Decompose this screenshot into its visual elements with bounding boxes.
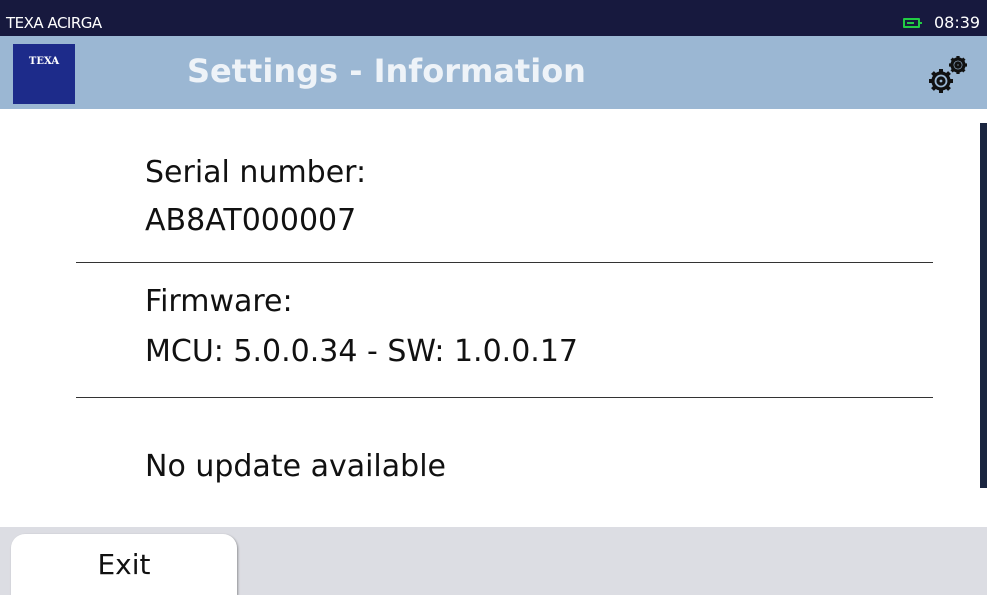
clock: 08:39 xyxy=(934,13,981,32)
update-status: No update available xyxy=(145,449,446,484)
screen: TEXA ACIRGA 08:39 TEXA Settings - Inform… xyxy=(0,0,987,595)
divider xyxy=(76,262,933,263)
firmware-value: MCU: 5.0.0.34 - SW: 1.0.0.17 xyxy=(145,334,579,369)
device-name: TEXA ACIRGA xyxy=(6,14,102,32)
bottom-bar: Exit xyxy=(0,527,987,595)
exit-button[interactable]: Exit xyxy=(11,534,237,595)
divider xyxy=(76,397,933,398)
gears-icon[interactable] xyxy=(922,50,974,100)
page-title: Settings - Information xyxy=(187,52,586,90)
status-bar: TEXA ACIRGA 08:39 xyxy=(0,0,987,36)
battery-icon xyxy=(903,18,922,28)
firmware-label: Firmware: xyxy=(145,284,293,319)
title-bar: TEXA Settings - Information xyxy=(0,36,987,109)
texa-logo: TEXA xyxy=(13,44,75,104)
serial-number-label: Serial number: xyxy=(145,155,367,190)
scrollbar[interactable] xyxy=(980,123,987,488)
info-content: Serial number: AB8AT000007 Firmware: MCU… xyxy=(0,109,987,527)
serial-number-value: AB8AT000007 xyxy=(145,203,357,238)
